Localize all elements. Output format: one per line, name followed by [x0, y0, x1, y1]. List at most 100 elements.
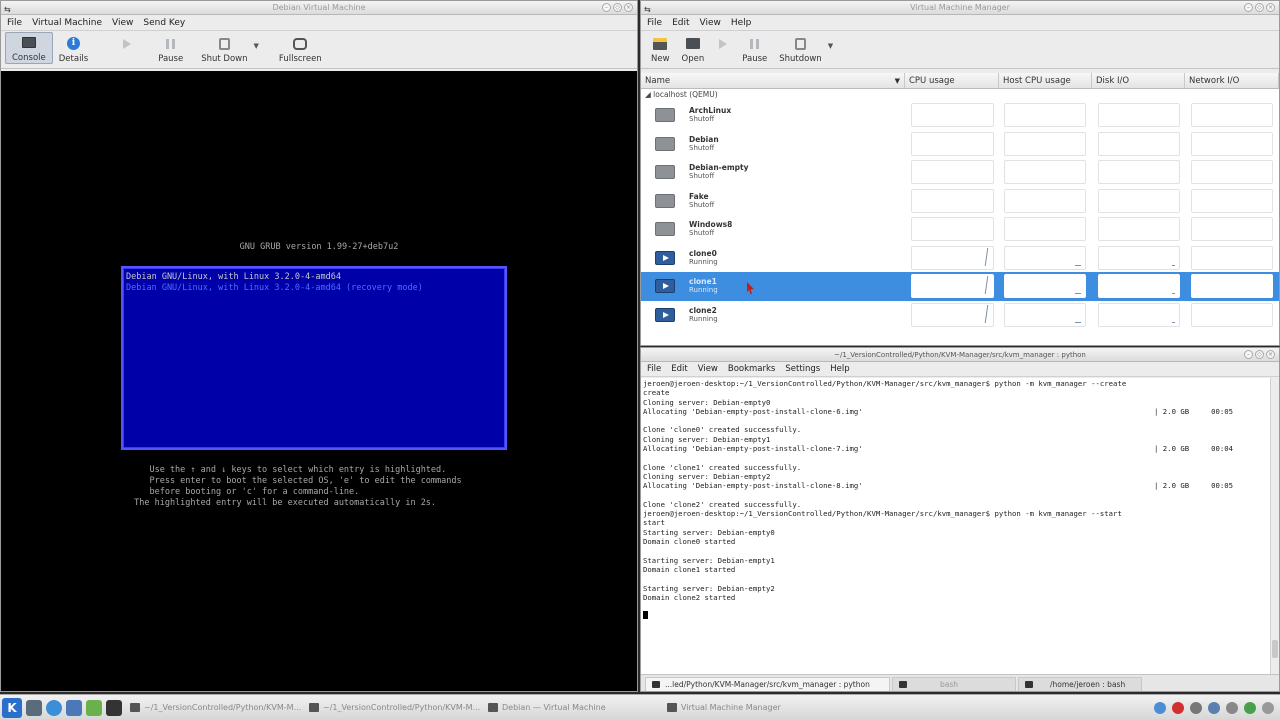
shutdown-dropdown-icon[interactable]: ▼	[254, 42, 259, 50]
clock-icon[interactable]	[1262, 701, 1274, 714]
menu-help[interactable]: Help	[830, 364, 849, 374]
vm-name-cell[interactable]: clone1 Running	[641, 272, 905, 301]
menu-virtual-machine[interactable]: Virtual Machine	[32, 18, 102, 28]
minimize-icon[interactable]: –	[1244, 350, 1253, 359]
column-disk-io[interactable]: Disk I/O	[1092, 73, 1185, 88]
vm-row-debian-empty[interactable]: Debian-empty Shutoff	[641, 158, 1279, 187]
column-host-cpu-usage[interactable]: Host CPU usage	[999, 73, 1092, 88]
shutdown-button[interactable]: Shut Down	[195, 32, 253, 64]
close-icon[interactable]: ×	[1266, 3, 1275, 12]
vm-name-cell[interactable]: Windows8 Shutoff	[641, 215, 905, 244]
menu-file[interactable]: File	[7, 18, 22, 28]
vm-window-title: Debian Virtual Machine	[272, 3, 366, 12]
updates-icon[interactable]	[1244, 701, 1256, 714]
menu-view[interactable]: View	[700, 18, 721, 28]
task-virtual-machine-manager[interactable]: Virtual Machine Manager	[663, 698, 838, 718]
pause-button[interactable]: Pause	[152, 32, 189, 64]
maximize-icon[interactable]: ◇	[1255, 3, 1264, 12]
volume-icon[interactable]	[1190, 701, 1202, 714]
desktop-icon[interactable]	[26, 699, 42, 716]
vm-window-titlebar[interactable]: ⇆ Debian Virtual Machine – ◇ ×	[1, 1, 637, 15]
app-icon[interactable]: ⇆	[4, 3, 11, 17]
file-manager-icon[interactable]	[66, 699, 82, 716]
menu-send-key[interactable]: Send Key	[143, 18, 185, 28]
maximize-icon[interactable]: ◇	[613, 3, 622, 12]
app-icon[interactable]: ⇆	[644, 3, 651, 17]
vm-row-archlinux[interactable]: ArchLinux Shutoff	[641, 101, 1279, 130]
vm-row-clone2[interactable]: clone2 Running	[641, 301, 1279, 330]
browser-icon[interactable]	[46, 699, 62, 716]
menu-file[interactable]: File	[647, 364, 661, 374]
menu-view[interactable]: View	[698, 364, 718, 374]
terminal-scrollbar[interactable]	[1270, 378, 1279, 675]
close-icon[interactable]: ×	[624, 3, 633, 12]
menu-view[interactable]: View	[112, 18, 133, 28]
menu-settings[interactable]: Settings	[785, 364, 820, 374]
terminal-icon[interactable]	[106, 699, 122, 716]
menu-file[interactable]: File	[647, 18, 662, 28]
vm-name-cell[interactable]: Debian Shutoff	[641, 130, 905, 159]
vm-console-display[interactable]: GNU GRUB version 1.99-27+deb7u2 Debian G…	[1, 71, 637, 691]
notification-icon[interactable]	[1172, 701, 1184, 714]
network-io-graph	[1191, 160, 1273, 185]
application-launcher-icon[interactable]: K	[2, 697, 22, 718]
fullscreen-button[interactable]: Fullscreen	[273, 32, 328, 64]
vm-state: Shutoff	[689, 200, 715, 209]
new-vm-button[interactable]: New	[645, 32, 676, 64]
terminal-line: Clone 'clone0' created successfully.	[643, 425, 802, 435]
console-button[interactable]: Console	[5, 32, 53, 64]
connection-group[interactable]: ◢ localhost (QEMU)	[641, 89, 1279, 101]
run-button[interactable]	[710, 32, 736, 64]
menu-help[interactable]: Help	[731, 18, 752, 28]
tab-home-bash[interactable]: /home/jeroen : bash	[1018, 677, 1142, 691]
vm-running-icon	[655, 279, 675, 294]
vm-name-cell[interactable]: Debian-empty Shutoff	[641, 158, 905, 187]
vm-row-clone1[interactable]: clone1 Running	[641, 272, 1279, 301]
column-network-io[interactable]: Network I/O	[1185, 73, 1279, 88]
terminal-line: Starting server: Debian-empty1	[643, 555, 775, 565]
vm-name-cell[interactable]: ArchLinux Shutoff	[641, 101, 905, 130]
vm-row-fake[interactable]: Fake Shutoff	[641, 187, 1279, 216]
vm-name-cell[interactable]: clone2 Running	[641, 301, 905, 330]
grub-menu[interactable]: Debian GNU/Linux, with Linux 3.2.0-4-amd…	[121, 266, 507, 450]
shutdown-button[interactable]: Shutdown	[773, 32, 827, 64]
details-button[interactable]: i Details	[53, 32, 94, 64]
grub-entry-default[interactable]: Debian GNU/Linux, with Linux 3.2.0-4-amd…	[125, 272, 503, 283]
clipboard-icon[interactable]	[1208, 701, 1220, 714]
terminal-line: Cloning server: Debian-empty1	[643, 434, 771, 444]
spreadsheet-icon[interactable]	[86, 699, 102, 716]
vm-row-clone0[interactable]: clone0 Running	[641, 244, 1279, 273]
vm-row-debian[interactable]: Debian Shutoff	[641, 130, 1279, 159]
maximize-icon[interactable]: ◇	[1255, 350, 1264, 359]
terminal-output[interactable]: jeroen@jeroen-desktop:~/1_VersionControl…	[641, 378, 1271, 675]
vm-row-windows8[interactable]: Windows8 Shutoff	[641, 215, 1279, 244]
task-terminal-2[interactable]: ~/1_VersionControlled/Python/KVM-M...	[305, 698, 480, 718]
minimize-icon[interactable]: –	[602, 3, 611, 12]
grub-entry-recovery[interactable]: Debian GNU/Linux, with Linux 3.2.0-4-amd…	[125, 283, 503, 294]
shutdown-dropdown-icon[interactable]: ▼	[828, 42, 833, 50]
sort-dropdown-icon[interactable]: ▼	[895, 73, 900, 89]
open-button[interactable]: Open	[676, 32, 711, 64]
column-name[interactable]: Name ▼	[641, 73, 905, 88]
vm-name-cell[interactable]: Fake Shutoff	[641, 187, 905, 216]
tab-python[interactable]: ...led/Python/KVM-Manager/src/kvm_manage…	[645, 677, 890, 691]
expander-icon[interactable]: ◢	[645, 90, 651, 99]
terminal-titlebar[interactable]: ~/1_VersionControlled/Python/KVM-Manager…	[641, 348, 1279, 362]
minimize-icon[interactable]: –	[1244, 3, 1253, 12]
network-icon[interactable]	[1154, 701, 1166, 714]
task-debian-vm[interactable]: Debian — Virtual Machine	[484, 698, 659, 718]
task-terminal-1[interactable]: ~/1_VersionControlled/Python/KVM-M...	[126, 698, 301, 718]
vm-name-cell[interactable]: clone0 Running	[641, 244, 905, 273]
usage-graph-line	[984, 247, 991, 266]
pause-button[interactable]: Pause	[736, 32, 773, 64]
close-icon[interactable]: ×	[1266, 350, 1275, 359]
menu-edit[interactable]: Edit	[671, 364, 687, 374]
vmm-titlebar[interactable]: ⇆ Virtual Machine Manager – ◇ ×	[641, 1, 1279, 15]
menu-bookmarks[interactable]: Bookmarks	[728, 364, 776, 374]
column-cpu-usage[interactable]: CPU usage	[905, 73, 999, 88]
menu-edit[interactable]: Edit	[672, 18, 689, 28]
run-button[interactable]	[114, 32, 140, 64]
scrollbar-thumb[interactable]	[1272, 640, 1278, 658]
display-icon[interactable]	[1226, 701, 1238, 714]
tab-bash[interactable]: bash	[892, 677, 1016, 691]
